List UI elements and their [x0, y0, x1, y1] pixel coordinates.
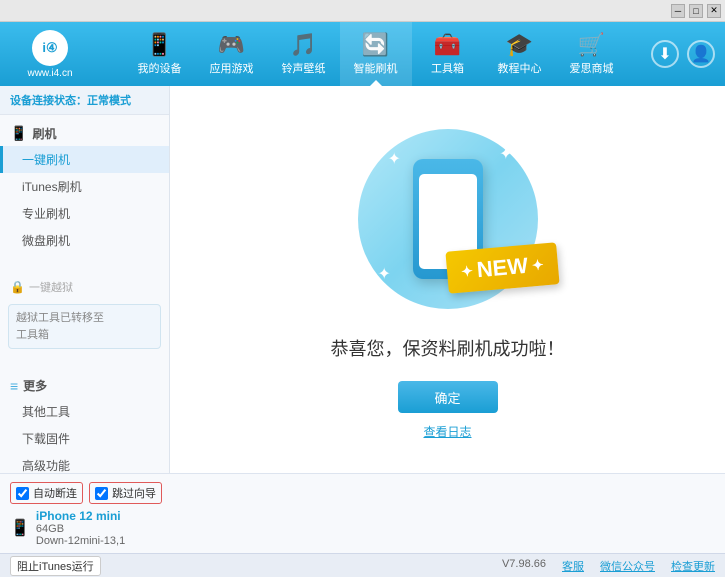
connection-status: 设备连接状态：正常模式	[0, 86, 169, 115]
device-storage: 64GB	[36, 523, 125, 535]
sidebar-more-section: ≡ 更多 其他工具 下载固件 高级功能	[0, 367, 169, 473]
minimize-button[interactable]: ─	[671, 4, 685, 18]
sidebar-item-itunes-flash[interactable]: iTunes刷机	[0, 173, 169, 200]
sparkle-2: ✦	[499, 144, 512, 164]
toolbox-icon: 🧰	[434, 32, 461, 58]
nav-ringtones-label: 铃声壁纸	[282, 60, 326, 76]
status-right: V7.98.66 客服 微信公众号 检查更新	[502, 558, 715, 574]
sidebar: 设备连接状态：正常模式 📱 刷机 一键刷机 iTunes刷机 专业刷机 微盘刷机	[0, 86, 170, 473]
logo-url: www.i4.cn	[27, 68, 72, 79]
sidebar-item-disk-flash[interactable]: 微盘刷机	[0, 227, 169, 254]
bottom-left: 自动断连 跳过向导 📱 iPhone 12 mini 64GB Down-12m…	[10, 482, 170, 547]
nav-apps-games-label: 应用游戏	[210, 60, 254, 76]
skip-wizard-checkbox-group[interactable]: 跳过向导	[89, 482, 162, 504]
sidebar-flash-title: 📱 刷机	[0, 121, 169, 146]
version-text: V7.98.66	[502, 558, 546, 574]
nav-toolbox-label: 工具箱	[431, 60, 464, 76]
user-button[interactable]: 👤	[687, 40, 715, 68]
nav-my-device-label: 我的设备	[138, 60, 182, 76]
maximize-button[interactable]: □	[689, 4, 703, 18]
success-text: 恭喜您，保资料刷机成功啦！	[331, 335, 565, 361]
status-label: 设备连接状态：	[10, 95, 87, 107]
bottom-device-bar: 自动断连 跳过向导 📱 iPhone 12 mini 64GB Down-12m…	[0, 473, 725, 553]
my-device-icon: 📱	[146, 32, 173, 58]
auto-disconnect-checkbox[interactable]	[16, 487, 29, 500]
nav-shop[interactable]: 🛒 爱思商城	[556, 22, 628, 86]
smart-flash-icon: 🔄	[362, 32, 389, 58]
title-bar: ─ □ ✕	[0, 0, 725, 22]
nav-apps-games[interactable]: 🎮 应用游戏	[196, 22, 268, 86]
device-name: iPhone 12 mini	[36, 509, 125, 523]
sidebar-item-advanced[interactable]: 高级功能	[0, 452, 169, 473]
sidebar-more-title: ≡ 更多	[0, 373, 169, 398]
lock-icon: 🔒	[10, 280, 25, 294]
sidebar-item-other-tools[interactable]: 其他工具	[0, 398, 169, 425]
device-model: Down-12mini-13,1	[36, 535, 125, 547]
sidebar-item-one-click-flash[interactable]: 一键刷机	[0, 146, 169, 173]
phone-illustration: ✦ ✦ ✦ NEW	[348, 119, 548, 319]
auto-disconnect-checkbox-group[interactable]: 自动断连	[10, 482, 83, 504]
flash-section-icon: 📱	[10, 125, 27, 142]
logo-icon: i④	[32, 30, 68, 66]
sidebar-jailbreak-title: 🔒 一键越狱	[0, 274, 169, 300]
customer-service-link[interactable]: 客服	[562, 558, 584, 574]
check-update-link[interactable]: 检查更新	[671, 558, 715, 574]
device-phone-icon: 📱	[10, 518, 30, 538]
header-right: ⬇ 👤	[651, 40, 725, 68]
nav-tutorial[interactable]: 🎓 教程中心	[484, 22, 556, 86]
nav-smart-flash[interactable]: 🔄 智能刷机	[340, 22, 412, 86]
device-info: iPhone 12 mini 64GB Down-12mini-13,1	[34, 509, 125, 547]
auto-disconnect-label: 自动断连	[33, 485, 77, 501]
nav-smart-flash-label: 智能刷机	[354, 60, 398, 76]
confirm-button[interactable]: 确定	[398, 381, 498, 413]
stop-itunes-button[interactable]: 阻止iTunes运行	[10, 556, 101, 576]
tutorial-icon: 🎓	[506, 32, 533, 58]
skip-wizard-label: 跳过向导	[112, 485, 156, 501]
sparkle-1: ✦	[388, 149, 401, 169]
nav-ringtones[interactable]: 🎵 铃声壁纸	[268, 22, 340, 86]
nav-tutorial-label: 教程中心	[498, 60, 542, 76]
status-bar: 阻止iTunes运行 V7.98.66 客服 微信公众号 检查更新	[0, 553, 725, 577]
device-info-row: 📱 iPhone 12 mini 64GB Down-12mini-13,1	[10, 509, 170, 547]
status-value: 正常模式	[87, 95, 131, 107]
header: i④ www.i4.cn 📱 我的设备 🎮 应用游戏 🎵 铃声壁纸 🔄 智能刷机…	[0, 22, 725, 86]
sidebar-jailbreak-section: 🔒 一键越狱 越狱工具已转移至工具箱	[0, 268, 169, 359]
nav-my-device[interactable]: 📱 我的设备	[124, 22, 196, 86]
download-button[interactable]: ⬇	[651, 40, 679, 68]
new-badge: NEW	[445, 242, 559, 293]
ringtones-icon: 🎵	[290, 32, 317, 58]
shop-icon: 🛒	[578, 32, 605, 58]
sidebar-flash-section: 📱 刷机 一键刷机 iTunes刷机 专业刷机 微盘刷机	[0, 115, 169, 260]
sidebar-jailbreak-note: 越狱工具已转移至工具箱	[8, 304, 161, 349]
window-controls[interactable]: ─ □ ✕	[671, 4, 721, 18]
sidebar-item-download-firmware[interactable]: 下载固件	[0, 425, 169, 452]
checkbox-row: 自动断连 跳过向导	[10, 482, 170, 504]
nav-shop-label: 爱思商城	[570, 60, 614, 76]
logo[interactable]: i④ www.i4.cn	[0, 30, 100, 79]
sparkle-3: ✦	[378, 264, 391, 284]
main-nav: 📱 我的设备 🎮 应用游戏 🎵 铃声壁纸 🔄 智能刷机 🧰 工具箱 🎓 教程中心…	[100, 22, 651, 86]
skip-wizard-checkbox[interactable]	[95, 487, 108, 500]
nav-toolbox[interactable]: 🧰 工具箱	[412, 22, 484, 86]
status-left: 阻止iTunes运行	[10, 556, 101, 576]
apps-games-icon: 🎮	[218, 32, 245, 58]
more-section-icon: ≡	[10, 378, 18, 394]
main-layout: 设备连接状态：正常模式 📱 刷机 一键刷机 iTunes刷机 专业刷机 微盘刷机	[0, 86, 725, 473]
view-log-link[interactable]: 查看日志	[423, 423, 471, 440]
sidebar-item-pro-flash[interactable]: 专业刷机	[0, 200, 169, 227]
main-content: ✦ ✦ ✦ NEW 恭喜您，保资料刷机成功啦！ 确定 查看日志	[170, 86, 725, 473]
wechat-official-link[interactable]: 微信公众号	[600, 558, 655, 574]
close-button[interactable]: ✕	[707, 4, 721, 18]
